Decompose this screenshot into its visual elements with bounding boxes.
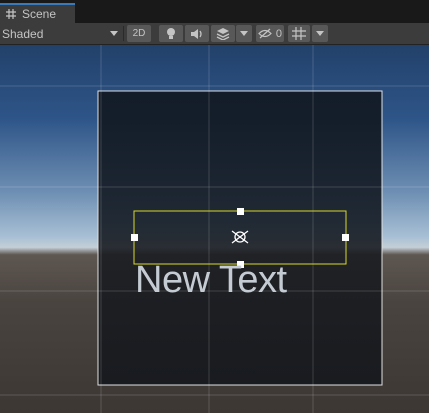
canvas-rect: [97, 90, 383, 386]
scene-toolbar: Shaded 2D 0: [0, 23, 429, 45]
effects-toggle-button[interactable]: [211, 25, 235, 42]
lightbulb-icon: [167, 28, 175, 39]
hidden-count: 0: [275, 27, 283, 40]
speaker-icon: [191, 28, 202, 39]
tab-scene-label: Scene: [22, 7, 57, 21]
scene-window: Scene Shaded 2D 0 New Text: [0, 0, 429, 413]
grid-snap-icon: [292, 27, 306, 40]
toggle-2d-label: 2D: [132, 28, 146, 39]
scene-canvas: [0, 45, 429, 413]
audio-toggle-button[interactable]: [185, 25, 209, 42]
handle-left: [131, 234, 138, 241]
chevron-down-icon: [316, 31, 324, 36]
scene-visibility-button[interactable]: 0: [256, 25, 284, 42]
scene-viewport[interactable]: New Text: [0, 45, 429, 413]
shading-mode-dropdown[interactable]: Shaded: [2, 25, 120, 42]
handle-top: [237, 208, 244, 215]
grid-icon: [6, 9, 16, 19]
toggle-2d-button[interactable]: 2D: [127, 25, 151, 42]
chevron-down-icon: [240, 31, 248, 36]
new-text-object[interactable]: New Text: [135, 255, 287, 305]
chevron-down-icon: [110, 31, 118, 36]
lighting-toggle-button[interactable]: [159, 25, 183, 42]
toolbar-divider: [123, 26, 124, 41]
eye-hidden-icon: [258, 28, 272, 39]
grid-toggle-button[interactable]: [288, 25, 310, 42]
effects-dropdown-button[interactable]: [236, 25, 252, 42]
tab-scene[interactable]: Scene: [0, 3, 75, 23]
handle-right: [342, 234, 349, 241]
shading-mode-label: Shaded: [2, 26, 44, 41]
layers-icon: [216, 28, 230, 40]
grid-dropdown-button[interactable]: [312, 25, 328, 42]
tab-strip: Scene: [0, 0, 429, 23]
